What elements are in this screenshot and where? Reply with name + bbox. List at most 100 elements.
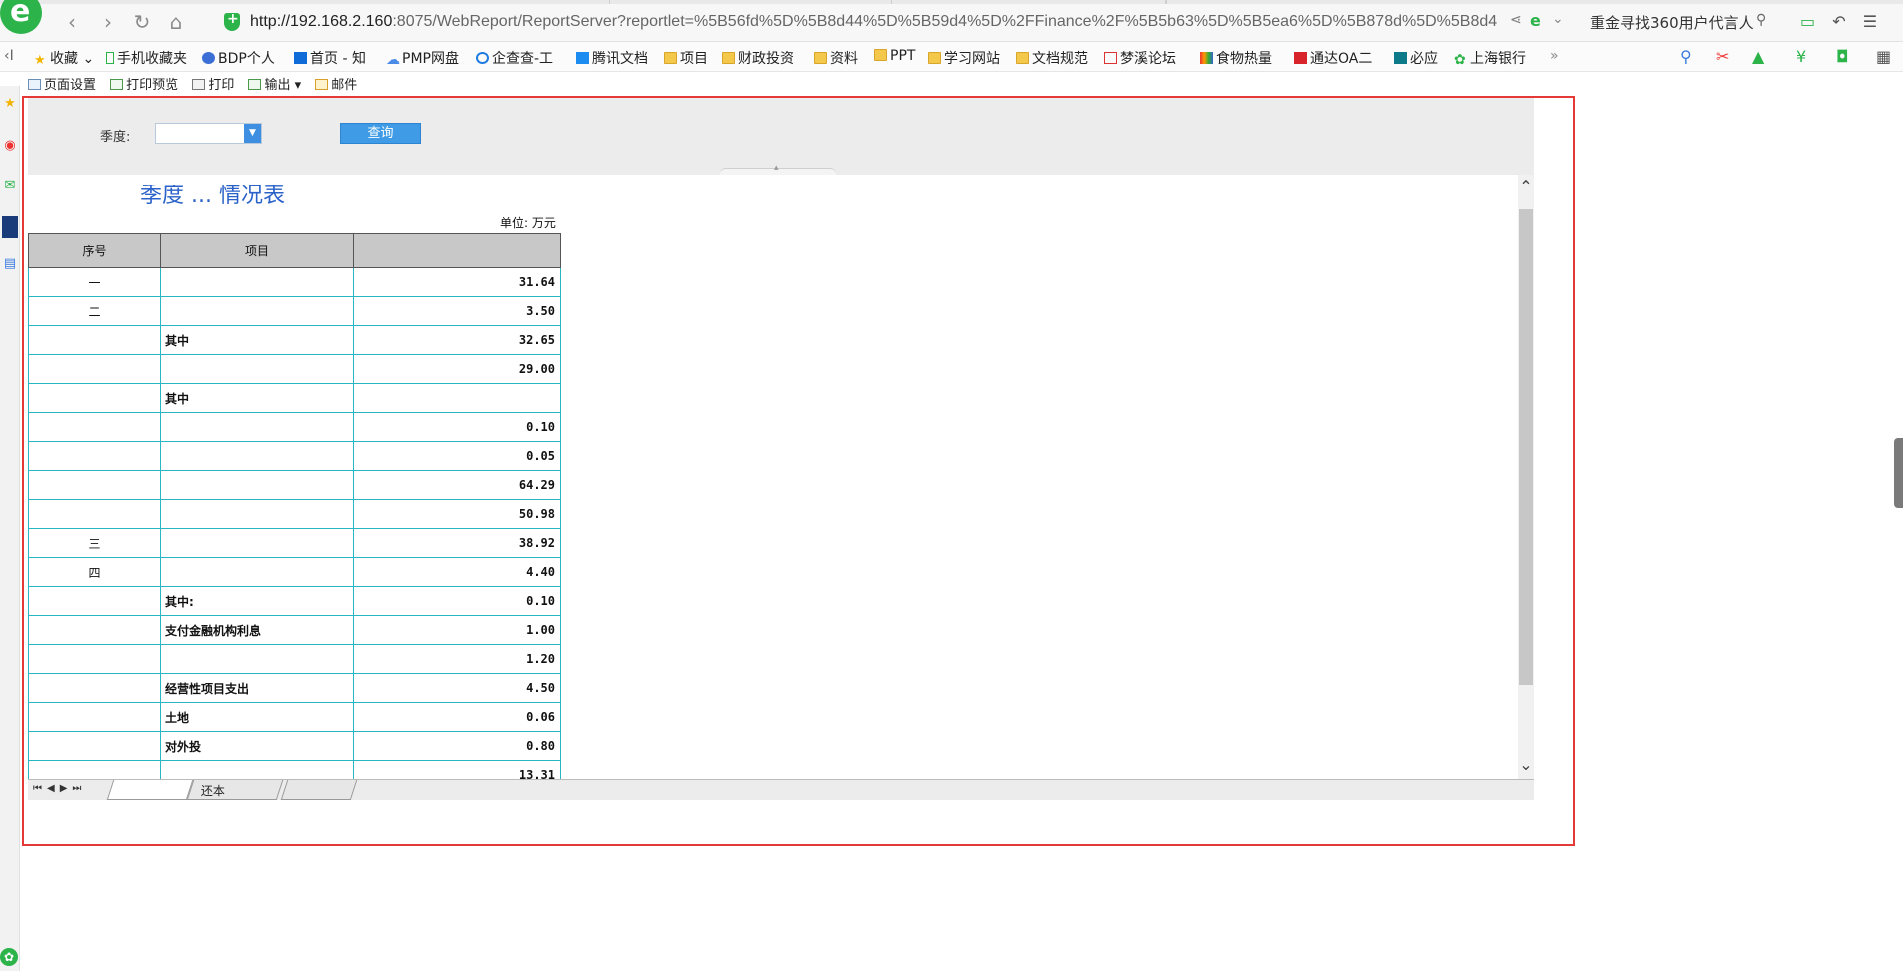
sheet-tab[interactable]: 还本 (186, 780, 284, 800)
weibo-icon[interactable]: ◉ (2, 138, 18, 154)
quarter-select[interactable]: ▼ (155, 123, 262, 144)
search-icon[interactable]: ⚲ (1756, 12, 1766, 28)
bookmark-item[interactable]: 腾讯文档 (576, 48, 648, 68)
grid-icon[interactable]: ▦ (1876, 47, 1891, 66)
folder-icon (874, 49, 887, 61)
news-icon[interactable] (2, 216, 18, 238)
bookmark-item[interactable]: ☁ PMP网盘 (386, 48, 459, 68)
more-bookmarks-icon[interactable]: » (1550, 48, 1559, 64)
menu-icon[interactable]: ☰ (1863, 12, 1877, 31)
print-button[interactable]: 打印 (192, 74, 234, 93)
favorites-icon[interactable]: ★ (2, 96, 18, 112)
bookmark-item[interactable]: 食物热量 (1200, 48, 1272, 68)
url-dropdown-icon[interactable]: ⌄ (1552, 11, 1564, 27)
bottom-left-icon[interactable]: ✿ (0, 948, 18, 966)
header-no: 序号 (28, 233, 161, 268)
page-setup-icon (28, 79, 41, 90)
scissors-icon[interactable]: ✂ (1716, 47, 1729, 66)
row-item (160, 644, 354, 674)
scroll-down-icon[interactable]: ⌄ (1518, 755, 1534, 774)
bookmark-item[interactable]: ✿ 上海银行 (1454, 48, 1526, 68)
header-value (353, 233, 561, 268)
scrollbar-thumb[interactable] (1519, 209, 1533, 685)
game-icon[interactable]: ◘ (1836, 47, 1849, 66)
sheet-tab-bar: ⏮◀▶⏭ 还本 (28, 779, 1534, 800)
wallet-icon[interactable]: ¥ (1796, 47, 1806, 66)
row-no (28, 702, 161, 732)
table-row: 对外投 0.80 (28, 731, 561, 761)
row-no (28, 412, 161, 442)
refresh-icon[interactable]: ↻ (130, 10, 154, 34)
bookmark-item[interactable]: BDP个人 (202, 48, 275, 68)
undo-icon[interactable]: ↶ (1832, 12, 1845, 31)
vertical-scrollbar[interactable]: ⌃ ⌄ (1518, 175, 1534, 779)
row-value: 29.00 (353, 354, 561, 384)
bookmark-item[interactable]: 首页 - 知 (294, 48, 366, 68)
row-value: 31.64 (353, 267, 561, 297)
dropdown-arrow-icon[interactable]: ▼ (244, 124, 261, 143)
bookmark-item[interactable]: 手机收藏夹 (106, 48, 187, 68)
bookmark-item[interactable]: 学习网站 (928, 48, 1000, 68)
row-no (28, 760, 161, 779)
export-button[interactable]: 输出 ▾ (248, 74, 301, 93)
sheet-tab[interactable] (280, 780, 358, 800)
table-row: 经营性项目支出 4.50 (28, 673, 561, 703)
table-row: 13.31 (28, 760, 561, 779)
page-setup-button[interactable]: 页面设置 (28, 74, 96, 93)
security-shield-icon (224, 11, 240, 31)
print-preview-icon (110, 79, 124, 90)
mail-button[interactable]: 邮件 (315, 74, 357, 93)
row-no (28, 383, 161, 413)
query-button[interactable]: 查询 (340, 123, 421, 144)
bing-icon (1394, 52, 1407, 64)
bookmark-item[interactable]: 通达OA二 (1294, 48, 1372, 68)
sheet-tab[interactable] (106, 780, 194, 800)
row-item: 其中 (160, 383, 354, 413)
row-no (28, 731, 161, 761)
mail-icon[interactable]: ✉ (2, 178, 18, 194)
tab-strip[interactable] (0, 0, 1903, 4)
browser-logo-icon (0, 0, 42, 34)
table-row: 三 38.92 (28, 528, 561, 558)
tencent-doc-icon (576, 52, 589, 64)
table-row: 土地 0.06 (28, 702, 561, 732)
back-icon[interactable]: ‹ (60, 10, 84, 34)
table-row: 0.05 (28, 441, 561, 471)
row-item: 其中: (160, 586, 354, 616)
report-toolbar: 页面设置 打印预览 打印 输出 ▾ 邮件 (28, 74, 367, 94)
url-text[interactable]: http://192.168.2.160:8075/WebReport/Repo… (250, 13, 1502, 31)
report-sheet: 季度 ... 情况表 单位: 万元 序号 项目 一 31.64 二 3.50 其中 32.… (28, 175, 1518, 779)
row-item (160, 557, 354, 587)
row-item (160, 760, 354, 779)
translate-icon[interactable]: ▲ (1752, 47, 1764, 66)
doc-icon[interactable]: ▤ (2, 256, 18, 272)
bookmark-item[interactable]: 财政投资 (722, 48, 794, 68)
address-bar[interactable]: http://192.168.2.160:8075/WebReport/Repo… (224, 9, 1564, 37)
promo-text[interactable]: 重金寻找360用户代言人 (1590, 12, 1754, 33)
share-icon[interactable]: ⋖ (1510, 12, 1522, 28)
engine-icon[interactable]: e (1530, 11, 1541, 30)
bookmark-item[interactable]: PPT (874, 48, 915, 64)
row-item (160, 441, 354, 471)
side-panel-handle[interactable] (1894, 438, 1903, 508)
magnifier-icon[interactable]: ⚲ (1680, 47, 1692, 66)
bookmarks-bar: ‹I ★ 收藏 ⌄ 手机收藏夹 BDP个人 首页 - 知 ☁ PMP网盘 企查查-工… (0, 42, 1903, 72)
bookmark-item[interactable]: 资料 (814, 48, 858, 68)
forward-icon[interactable]: › (96, 10, 120, 34)
home-icon[interactable]: ⌂ (164, 10, 188, 34)
bookmark-item[interactable]: 文档规范 (1016, 48, 1088, 68)
sheet-nav-arrows[interactable]: ⏮◀▶⏭ (33, 783, 86, 794)
bookmark-item[interactable]: 必应 (1394, 48, 1438, 68)
bookmark-item[interactable]: ★ 收藏 ⌄ (34, 48, 94, 68)
bookmark-item[interactable]: 项目 (664, 48, 708, 68)
scroll-up-icon[interactable]: ⌃ (1518, 177, 1534, 196)
battery-icon[interactable]: ▭ (1800, 12, 1815, 31)
row-item (160, 528, 354, 558)
sidebar-toggle-icon[interactable]: ‹I (4, 48, 14, 64)
left-sidebar: ★ ◉ ✉ ▤ (0, 86, 20, 971)
row-item (160, 267, 354, 297)
table-row: 其中 32.65 (28, 325, 561, 355)
bookmark-item[interactable]: 梦溪论坛 (1104, 48, 1176, 68)
bookmark-item[interactable]: 企查查-工 (476, 48, 553, 68)
print-preview-button[interactable]: 打印预览 (110, 74, 178, 93)
